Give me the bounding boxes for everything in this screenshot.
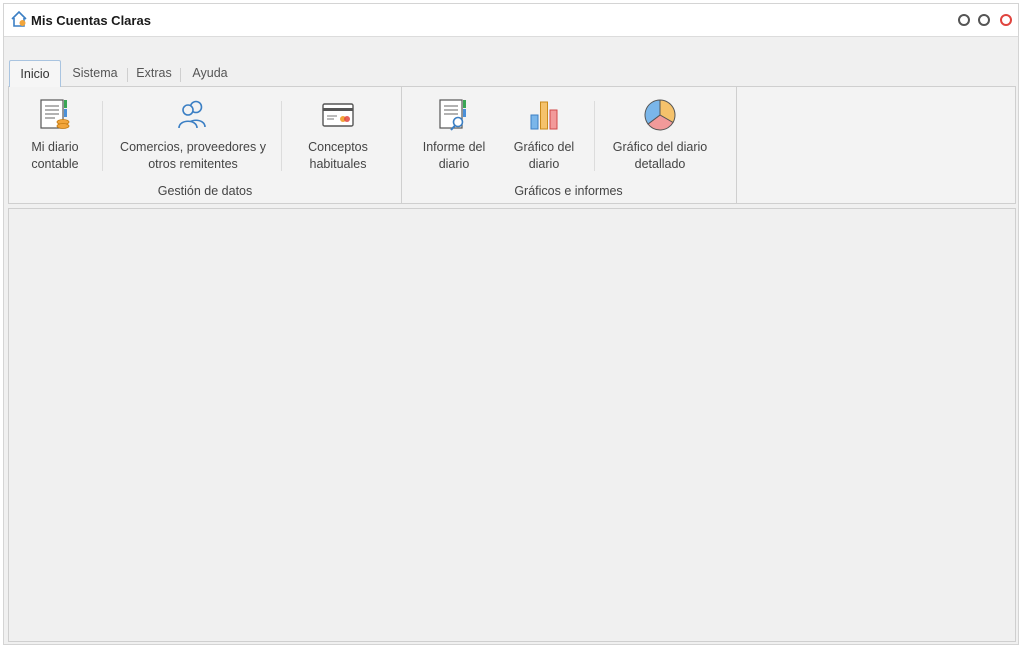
- button-divider: [594, 101, 595, 171]
- tab-sistema[interactable]: Sistema: [64, 60, 126, 87]
- group-divider: [736, 87, 737, 203]
- group-gestion-de-datos: Mi diario contable Comercios, proveedore…: [9, 87, 401, 203]
- report-icon: [439, 99, 466, 131]
- comercios-proveedores-button[interactable]: Comercios, proveedores y otros remitente…: [109, 91, 277, 177]
- title-bar: Mis Cuentas Claras: [4, 4, 1018, 37]
- label-line: Comercios, proveedores y: [120, 140, 266, 154]
- group-label: Gráficos e informes: [514, 184, 623, 198]
- label-line: diario: [438, 157, 470, 171]
- journal-icon: [40, 99, 70, 129]
- conceptos-habituales-label: Conceptos habituales: [293, 139, 383, 173]
- label-line: diario: [528, 157, 560, 171]
- tab-divider: [180, 68, 181, 82]
- button-divider: [102, 101, 103, 171]
- comercios-proveedores-label: Comercios, proveedores y otros remitente…: [109, 139, 277, 173]
- close-button[interactable]: [1000, 14, 1012, 26]
- label-line: Conceptos: [308, 140, 368, 154]
- group-graficos-e-informes: Informe del diario Gráfico del diario Gr…: [402, 87, 735, 203]
- card-icon: [322, 103, 354, 127]
- label-line: otros remitentes: [148, 157, 238, 171]
- home-icon: [11, 10, 27, 27]
- conceptos-habituales-button[interactable]: Conceptos habituales: [293, 91, 383, 177]
- label-line: Mi diario: [31, 140, 79, 154]
- minimize-button[interactable]: [958, 14, 970, 26]
- grafico-del-diario-button[interactable]: Gráfico del diario: [502, 91, 586, 177]
- mi-diario-contable-button[interactable]: Mi diario contable: [15, 91, 95, 177]
- grafico-del-diario-detallado-label: Gráfico del diario detallado: [600, 139, 720, 173]
- group-label: Gestión de datos: [157, 184, 253, 198]
- grafico-del-diario-detallado-button[interactable]: Gráfico del diario detallado: [600, 91, 720, 177]
- maximize-button[interactable]: [978, 14, 990, 26]
- label-line: habituales: [309, 157, 367, 171]
- main-content-area: [8, 208, 1016, 642]
- bar-chart-icon: [530, 101, 558, 130]
- tab-extras[interactable]: Extras: [130, 60, 178, 87]
- main-window: Mis Cuentas Claras Inicio Sistema Extras…: [3, 3, 1019, 645]
- grafico-del-diario-label: Gráfico del diario: [502, 139, 586, 173]
- app-title: Mis Cuentas Claras: [31, 13, 151, 28]
- tab-divider: [127, 68, 128, 82]
- button-divider: [281, 101, 282, 171]
- ribbon-panel: Mi diario contable Comercios, proveedore…: [8, 86, 1016, 204]
- informe-del-diario-label: Informe del diario: [414, 139, 494, 173]
- tab-ayuda[interactable]: Ayuda: [184, 60, 236, 87]
- pie-chart-icon: [644, 99, 676, 131]
- label-line: Informe del: [422, 140, 486, 154]
- label-line: detallado: [634, 157, 686, 171]
- mi-diario-contable-label: Mi diario contable: [15, 139, 95, 173]
- tab-inicio[interactable]: Inicio: [9, 60, 61, 87]
- label-line: Gráfico del: [513, 140, 575, 154]
- people-icon: [178, 100, 206, 129]
- label-line: Gráfico del diario: [612, 140, 708, 154]
- label-line: contable: [31, 157, 79, 171]
- informe-del-diario-button[interactable]: Informe del diario: [414, 91, 494, 177]
